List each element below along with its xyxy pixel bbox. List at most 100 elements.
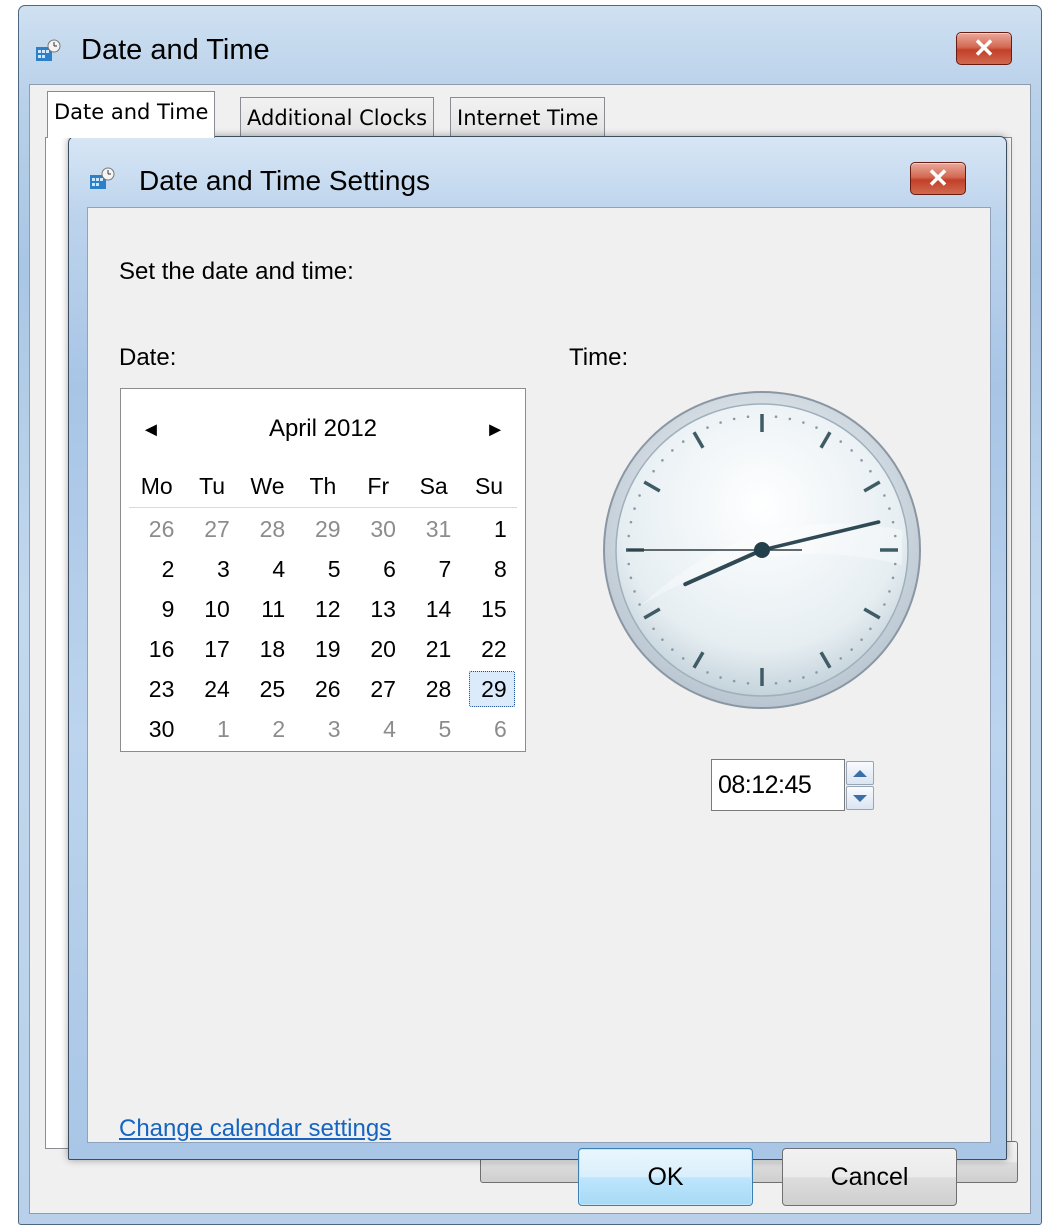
calendar-day[interactable]: 29 [295,509,350,549]
calendar-day-number: 29 [314,516,341,542]
calendar-day-number: 11 [261,596,286,622]
calendar-day-selected[interactable]: 29 [461,669,516,709]
clock-minute-tick [706,426,709,429]
calendar-day[interactable]: 7 [406,549,461,589]
calendar-day[interactable]: 13 [351,589,406,629]
tab-internet-time[interactable]: Internet Time [450,97,606,137]
clock-minute-tick [891,576,895,580]
calendar-day[interactable]: 10 [184,589,239,629]
calendar-day[interactable]: 28 [240,509,295,549]
weekday-label: Th [309,473,337,499]
prompt-label: Set the date and time: [119,258,354,285]
calendar-day[interactable]: 5 [295,549,350,589]
clock-minute-tick [850,449,853,452]
clock-minute-tick [627,534,631,538]
month-calendar[interactable]: ◄ April 2012 ► Mo Tu We Th Fr Sa Su 26 27 28 29 30… [120,388,526,752]
calendar-day-number: 16 [148,636,175,662]
clock-minute-tick [627,562,631,566]
calendar-day[interactable]: 5 [406,709,461,749]
window-title: Date and Time [81,34,270,66]
calendar-day-number: 17 [204,636,230,662]
calendar-day[interactable]: 1 [461,509,516,549]
calendar-month-year[interactable]: April 2012 [121,415,525,443]
close-icon: ✕ [927,163,949,193]
calendar-day[interactable]: 9 [129,589,184,629]
time-spin-up-button[interactable] [846,761,874,785]
clock-minute-tick [746,681,750,685]
tab-date-and-time[interactable]: Date and Time [47,91,216,138]
calendar-day[interactable]: 20 [351,629,406,669]
clock-center-pin [754,542,770,558]
calendar-day[interactable]: 18 [240,629,295,669]
clock-minute-tick [860,459,863,462]
weekday-label: Tu [199,473,226,499]
calendar-day[interactable]: 17 [184,629,239,669]
calendar-day-number: 31 [425,516,452,542]
calendar-day[interactable]: 12 [295,589,350,629]
calendar-day[interactable]: 3 [295,709,350,749]
dialog-close-button[interactable]: ✕ [910,162,966,195]
calendar-day[interactable]: 25 [240,669,295,709]
clock-minute-tick [638,603,641,606]
calendar-day[interactable]: 6 [461,709,516,749]
calendar-day[interactable]: 23 [129,669,184,709]
calendar-day[interactable]: 3 [184,549,239,589]
calendar-day[interactable]: 30 [351,509,406,549]
ok-button[interactable]: OK [578,1148,753,1206]
calendar-day[interactable]: 11 [240,589,295,629]
calendar-day-number: 6 [383,556,396,582]
clock-minute-tick [860,638,863,641]
clock-minute-tick [839,657,843,660]
dialog-title: Date and Time Settings [139,165,431,196]
calendar-day[interactable]: 2 [240,709,295,749]
calendar-day[interactable]: 19 [295,629,350,669]
calendar-day[interactable]: 28 [406,669,461,709]
time-label: Time: [569,344,629,371]
calendar-day[interactable]: 31 [406,509,461,549]
weekday-label: Sa [419,473,448,499]
clock-minute-tick [788,417,792,421]
calendar-day[interactable]: 4 [240,549,295,589]
calendar-day-number: 13 [370,596,396,622]
clock-minute-tick [883,603,886,606]
cancel-button[interactable]: Cancel [782,1148,957,1206]
time-input[interactable]: 08:12:45 [711,759,845,811]
calendar-day[interactable]: 27 [351,669,406,709]
calendar-day[interactable]: 26 [295,669,350,709]
calendar-day[interactable]: 22 [461,629,516,669]
clock-minute-tick [869,627,872,631]
calendar-day[interactable]: 24 [184,669,239,709]
calendar-day[interactable]: 30 [129,709,184,749]
clock-minute-tick [638,494,641,497]
close-icon: ✕ [973,33,995,63]
clock-minute-tick [788,679,792,683]
calendar-day-number: 18 [259,636,286,662]
calendar-day[interactable]: 14 [406,589,461,629]
calendar-day[interactable]: 8 [461,549,516,589]
calendar-day[interactable]: 21 [406,629,461,669]
weekday-label: Su [474,473,504,499]
clock-minute-tick [629,520,633,524]
change-calendar-settings-link[interactable]: Change calendar settings [119,1115,391,1143]
calendar-day[interactable]: 16 [129,629,184,669]
calendar-day-number: 7 [438,556,452,582]
tab-additional-clocks[interactable]: Additional Clocks [240,97,435,137]
calendar-day[interactable]: 15 [461,589,516,629]
calendar-day[interactable]: 4 [351,709,406,749]
clock-minute-tick [869,469,872,473]
calendar-day[interactable]: 26 [129,509,184,549]
calendar-day[interactable]: 1 [184,709,239,749]
clock-minute-tick [888,507,891,510]
time-spin-down-button[interactable] [846,786,874,810]
date-time-icon [90,167,115,189]
calendar-day[interactable]: 2 [129,549,184,589]
next-month-icon[interactable]: ► [485,419,505,442]
calendar-day-number: 2 [272,716,286,742]
calendar-day[interactable]: 6 [351,549,406,589]
weekday-label: Mo [140,473,173,499]
calendar-day[interactable]: 27 [184,509,239,549]
close-button[interactable]: ✕ [956,32,1012,65]
calendar-day-number: 30 [370,516,396,542]
calendar-day-number: 4 [272,556,286,582]
calendar-day-number: 25 [259,676,286,702]
